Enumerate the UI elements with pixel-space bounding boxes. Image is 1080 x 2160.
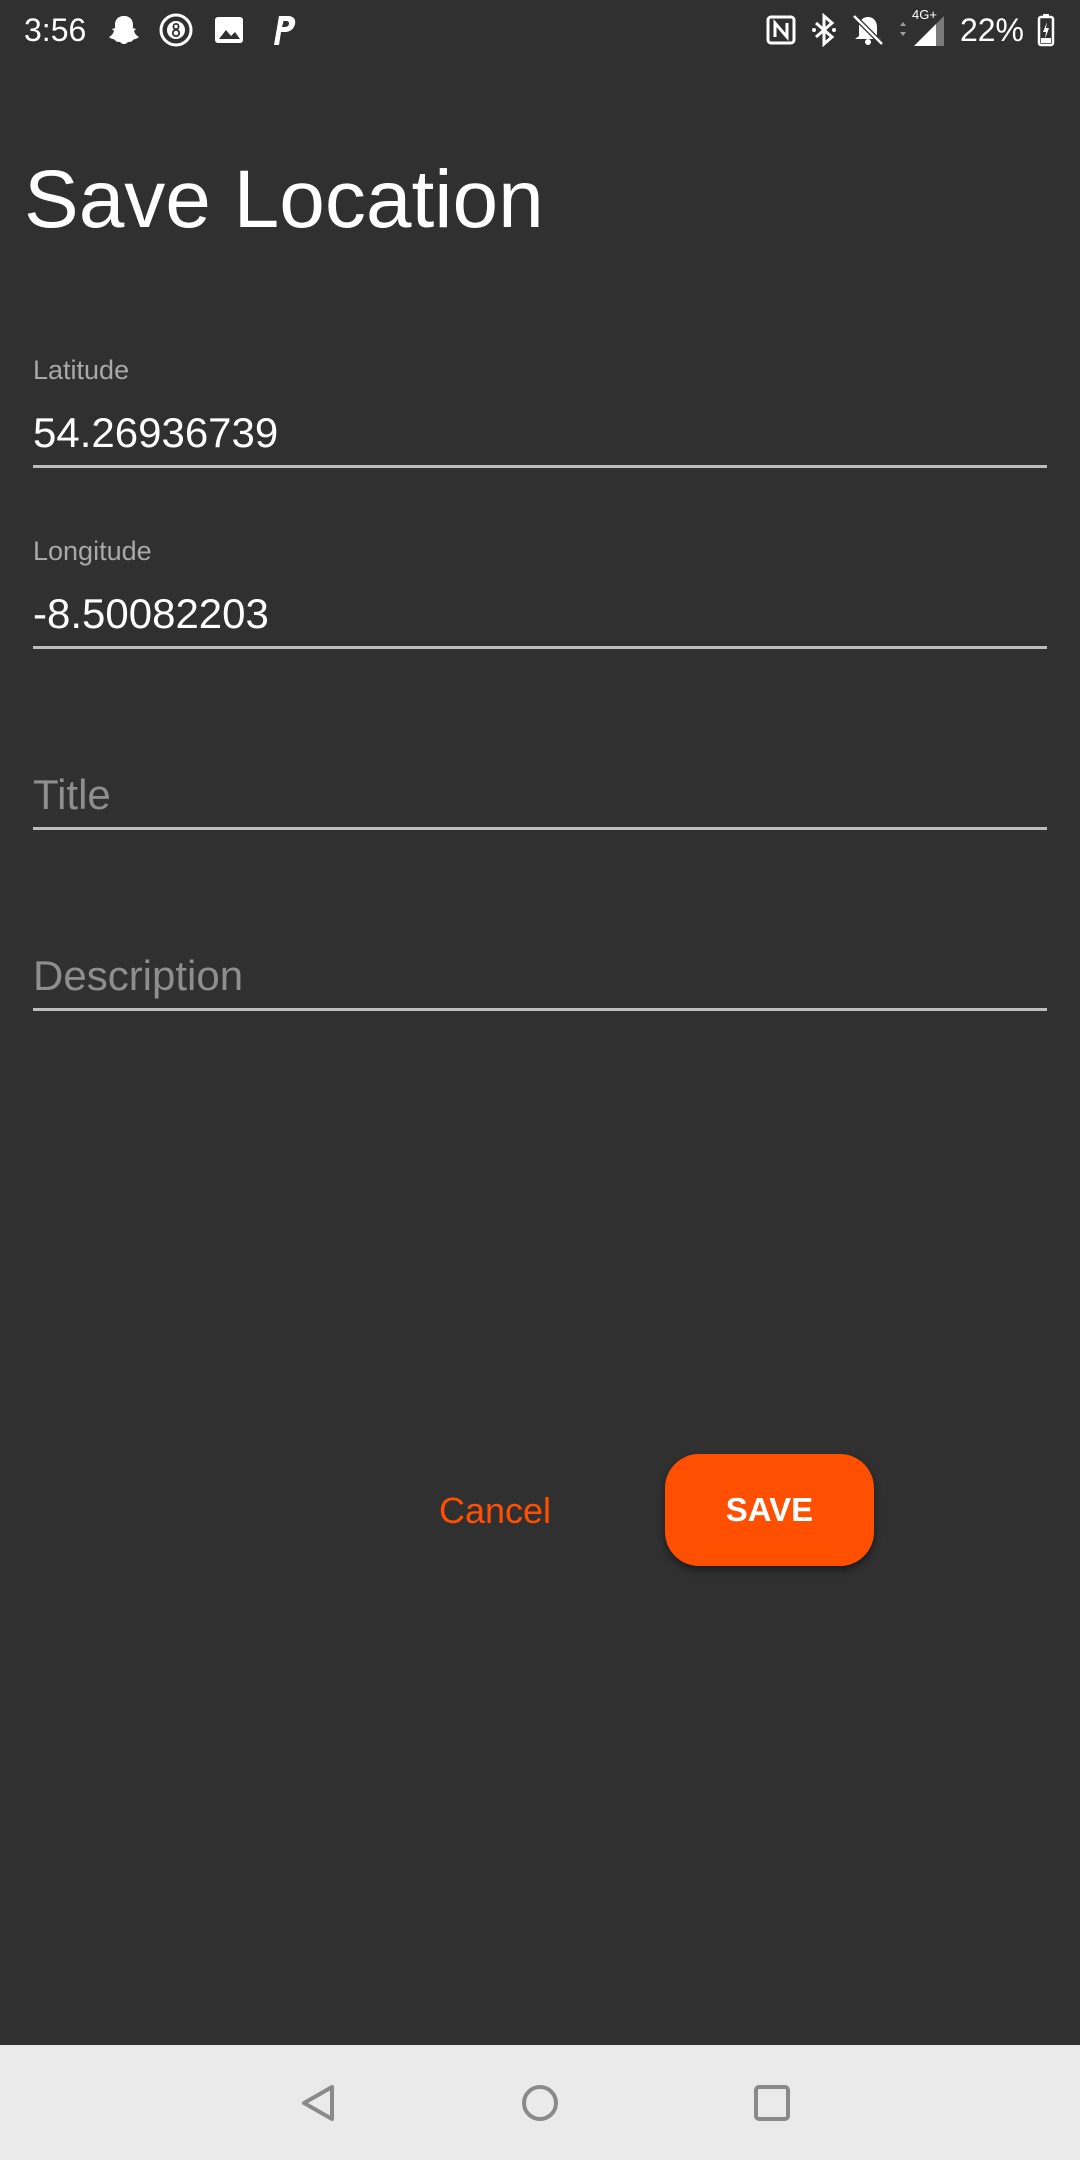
- home-icon[interactable]: [512, 2075, 568, 2131]
- description-field: [33, 893, 1047, 1013]
- eight-ball-icon: [158, 12, 194, 48]
- save-location-screen: 3:56 4G+ 22% Save Location Latitude 54.2…: [0, 0, 1080, 2160]
- bluetooth-icon: [806, 12, 842, 48]
- latitude-field: Latitude: [33, 350, 1047, 470]
- nfc-icon: [763, 12, 799, 48]
- description-underline: [33, 1008, 1047, 1011]
- save-button[interactable]: SAVE: [665, 1454, 874, 1566]
- back-icon[interactable]: [292, 2075, 348, 2131]
- title-field: [33, 712, 1047, 832]
- recents-icon[interactable]: [744, 2075, 800, 2131]
- navigation-bar: [0, 2045, 1080, 2160]
- status-time: 3:56: [24, 12, 87, 48]
- latitude-label: Latitude: [33, 355, 130, 385]
- paypal-icon: [264, 12, 300, 48]
- latitude-underline: [33, 465, 1047, 468]
- bell-off-icon: [850, 12, 886, 48]
- status-bar: 3:56 4G+ 22%: [0, 0, 1080, 60]
- longitude-label: Longitude: [33, 536, 152, 566]
- title-underline: [33, 827, 1047, 830]
- longitude-underline: [33, 646, 1047, 649]
- latitude-input[interactable]: [33, 405, 1047, 461]
- page-title: Save Location: [24, 154, 544, 245]
- battery-icon: [1036, 12, 1056, 48]
- snapchat-icon: [106, 12, 142, 48]
- battery-percentage: 22%: [959, 12, 1024, 48]
- description-input[interactable]: [33, 948, 1047, 1004]
- image-icon: [211, 12, 247, 48]
- signal-icon: [912, 12, 948, 48]
- cancel-button[interactable]: Cancel: [420, 1476, 570, 1546]
- title-input[interactable]: [33, 767, 1047, 823]
- longitude-input[interactable]: [33, 586, 1047, 642]
- longitude-field: Longitude: [33, 531, 1047, 651]
